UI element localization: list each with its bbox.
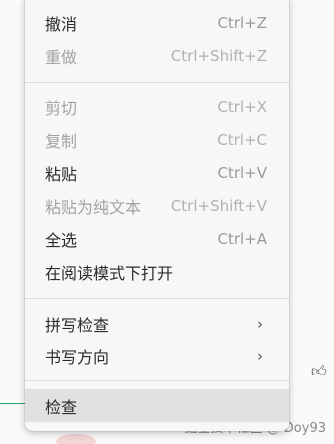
chevron-right-icon: › (257, 314, 263, 333)
menu-item-shortcut: Ctrl+Z (217, 13, 267, 32)
menu-item-undo[interactable]: 撤消 Ctrl+Z (25, 6, 289, 39)
menu-item-select-all[interactable]: 全选 Ctrl+A (25, 222, 289, 255)
toolbar-icons: 🔈︎ 👍︎ (284, 362, 327, 381)
decorative-image (56, 434, 96, 444)
menu-item-reading-mode[interactable]: 在阅读模式下打开 (25, 255, 289, 288)
menu-separator (25, 82, 289, 83)
menu-item-label: 粘贴为纯文本 (45, 197, 142, 217)
menu-item-redo: 重做 Ctrl+Shift+Z (25, 39, 289, 72)
menu-item-label: 书写方向 (45, 347, 110, 367)
menu-item-label: 重做 (45, 47, 78, 67)
menu-item-label: 在阅读模式下打开 (45, 263, 174, 283)
menu-item-paste[interactable]: 粘贴 Ctrl+V (25, 156, 289, 189)
menu-item-label: 检查 (45, 397, 78, 417)
menu-item-label: 复制 (45, 131, 78, 151)
menu-item-label: 撤消 (45, 14, 78, 34)
menu-item-shortcut: Ctrl+C (217, 130, 267, 149)
menu-item-inspect[interactable]: 检查 (25, 389, 289, 422)
accent-line (0, 403, 25, 404)
menu-item-label: 全选 (45, 230, 78, 250)
menu-item-writing-direction[interactable]: 书写方向 › (25, 339, 289, 372)
menu-item-shortcut: Ctrl+A (217, 229, 267, 248)
context-menu: 撤消 Ctrl+Z 重做 Ctrl+Shift+Z 剪切 Ctrl+X 复制 C… (25, 0, 289, 431)
menu-item-shortcut: Ctrl+Shift+Z (170, 46, 267, 65)
menu-item-label: 剪切 (45, 98, 78, 118)
menu-item-spellcheck[interactable]: 拼写检查 › (25, 307, 289, 340)
menu-separator (25, 298, 289, 299)
menu-separator (25, 380, 289, 381)
menu-item-shortcut: Ctrl+X (217, 97, 267, 116)
menu-item-paste-plain-text: 粘贴为纯文本 Ctrl+Shift+V (25, 189, 289, 222)
menu-item-label: 拼写检查 (45, 315, 110, 335)
thumbs-up-icon[interactable]: 👍︎ (311, 362, 327, 381)
chevron-right-icon: › (257, 346, 263, 365)
screen: 🔈︎ 👍︎ 掘金技术社区 @ Doy93 撤消 Ctrl+Z 重做 Ctrl+S… (0, 0, 334, 444)
menu-item-label: 粘贴 (45, 164, 78, 184)
menu-item-shortcut: Ctrl+V (217, 163, 267, 182)
menu-item-cut: 剪切 Ctrl+X (25, 90, 289, 123)
menu-item-copy: 复制 Ctrl+C (25, 123, 289, 156)
menu-item-shortcut: Ctrl+Shift+V (170, 196, 267, 215)
